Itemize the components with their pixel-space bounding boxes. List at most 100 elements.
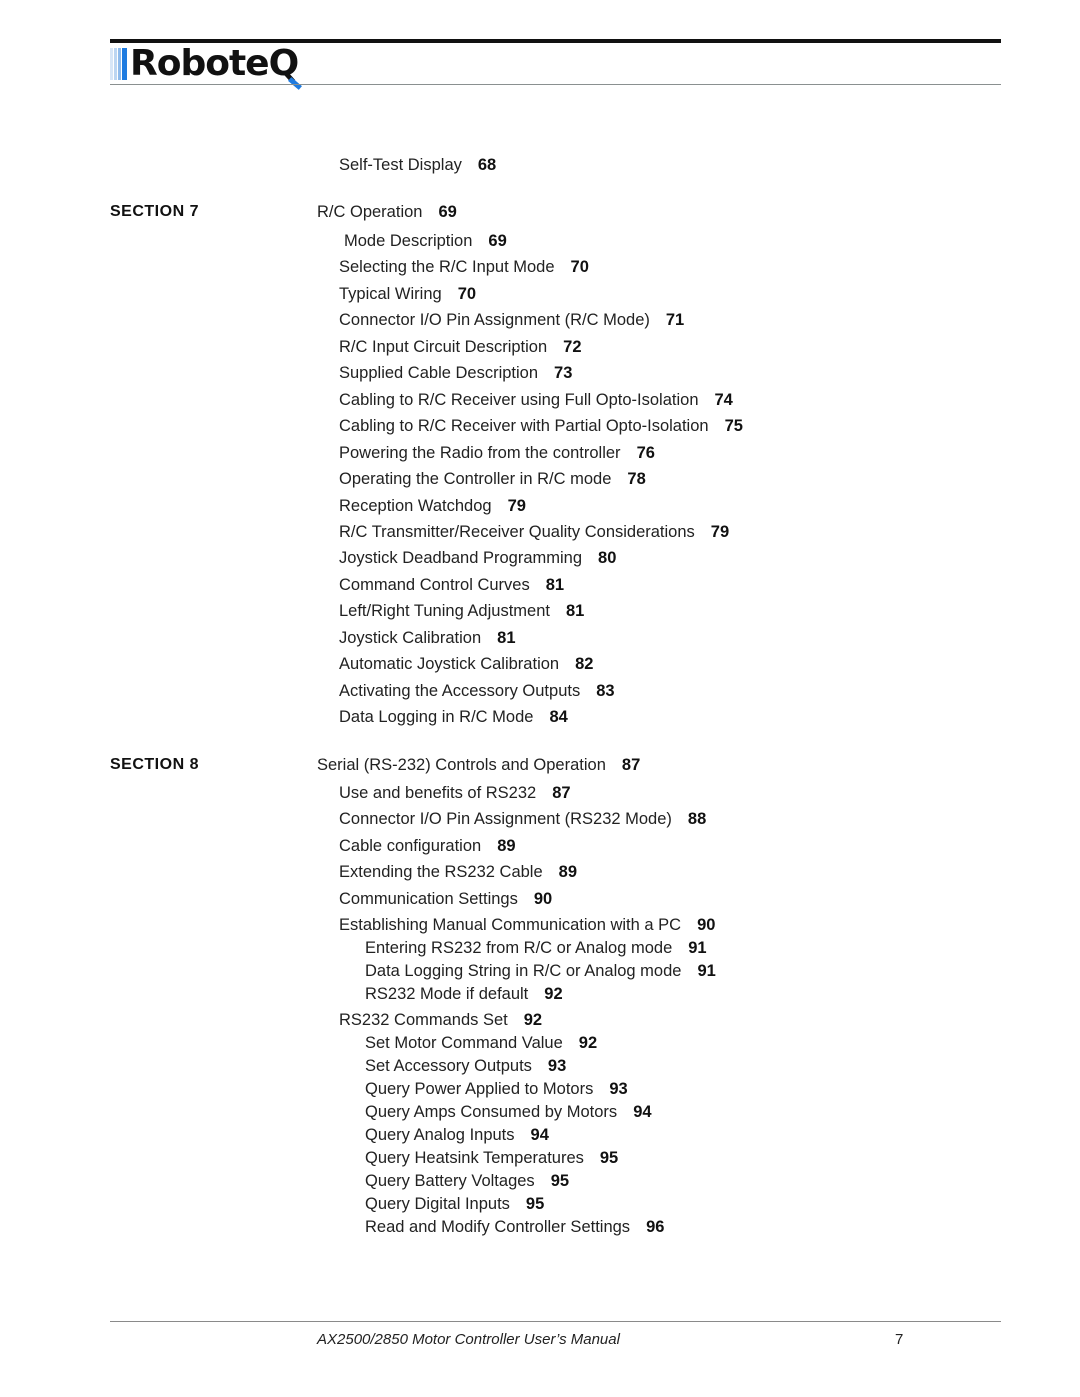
toc-entry[interactable]: RS232 Commands Set 92 [339, 1010, 542, 1030]
toc-entry-title: Activating the Accessory Outputs [339, 682, 581, 700]
toc-entry-page: 94 [530, 1126, 549, 1144]
toc-entry-page: 95 [599, 1149, 619, 1167]
toc-entry-page: 91 [688, 939, 707, 957]
toc-entry-page: 81 [497, 629, 516, 647]
toc-entry-page: 68 [477, 156, 497, 174]
toc-entry[interactable]: Query Analog Inputs 94 [365, 1125, 549, 1145]
toc-entry-title: Extending the RS232 Cable [339, 863, 543, 881]
toc-entry-page: 93 [609, 1080, 628, 1098]
toc-entry[interactable]: Cabling to R/C Receiver using Full Opto-… [339, 390, 733, 410]
toc-entry[interactable]: Extending the RS232 Cable 89 [339, 862, 577, 882]
toc-entry-title: Query Amps Consumed by Motors [365, 1103, 618, 1121]
toc-entry-page: 74 [714, 391, 733, 409]
toc-entry[interactable]: Data Logging String in R/C or Analog mod… [365, 961, 716, 981]
section-label: SECTION 7 [110, 203, 199, 220]
toc-entry[interactable]: Selecting the R/C Input Mode 70 [339, 257, 589, 277]
toc-entry-title: Connector I/O Pin Assignment (RS232 Mode… [339, 810, 672, 828]
toc-entry[interactable]: Communication Settings 90 [339, 889, 552, 909]
toc-entry[interactable]: Query Amps Consumed by Motors 94 [365, 1102, 652, 1122]
footer-rule [110, 1321, 1001, 1322]
toc-entry[interactable]: Command Control Curves 81 [339, 575, 564, 595]
toc-entry-page: 94 [633, 1103, 652, 1121]
toc-entry[interactable]: Reception Watchdog 79 [339, 496, 526, 516]
toc-entry[interactable]: Query Digital Inputs 95 [365, 1194, 544, 1214]
toc-entry[interactable]: Connector I/O Pin Assignment (RS232 Mode… [339, 809, 706, 829]
toc-entry[interactable]: Set Motor Command Value 92 [365, 1033, 597, 1053]
toc-entry[interactable]: Self-Test Display 68 [339, 155, 496, 175]
toc-entry-page: 69 [438, 203, 457, 221]
logo-bars-icon [110, 48, 128, 80]
toc-entry[interactable]: Set Accessory Outputs 93 [365, 1056, 566, 1076]
toc-entry[interactable]: Establishing Manual Communication with a… [339, 915, 715, 935]
toc-entry-title: R/C Transmitter/Receiver Quality Conside… [339, 523, 695, 541]
toc-entry-title: Typical Wiring [339, 285, 442, 303]
toc-entry-title: Operating the Controller in R/C mode [339, 470, 612, 488]
toc-entry-title: Set Accessory Outputs [365, 1057, 532, 1075]
toc-entry-page: 78 [627, 470, 646, 488]
toc-entry-title: Query Digital Inputs [365, 1195, 510, 1213]
toc-entry-title: Use and benefits of RS232 [339, 784, 537, 802]
toc-entry-title: Communication Settings [339, 890, 518, 908]
toc-entry-page: 95 [525, 1195, 545, 1213]
toc-entry-page: 90 [697, 916, 716, 934]
toc-entry[interactable]: Joystick Deadband Programming 80 [339, 548, 616, 568]
toc-entry-page: 75 [724, 417, 743, 435]
toc-entry-page: 81 [545, 576, 565, 594]
logo-wordmark: RoboteQ [130, 43, 299, 84]
toc-entry-page: 79 [710, 523, 730, 541]
toc-entry-page: 83 [596, 682, 615, 700]
toc-entry-title: R/C Operation [317, 203, 423, 221]
toc-entry-title: Read and Modify Controller Settings [365, 1218, 631, 1236]
toc-entry[interactable]: Connector I/O Pin Assignment (R/C Mode) 7… [339, 310, 684, 330]
toc-entry-page: 92 [544, 985, 563, 1003]
toc-entry-page: 87 [621, 756, 641, 774]
toc-entry-title: Cable configuration [339, 837, 482, 855]
toc-entry-page: 88 [687, 810, 707, 828]
toc-entry-page: 70 [570, 258, 589, 276]
toc-entry[interactable]: Left/Right Tuning Adjustment 81 [339, 601, 584, 621]
toc-entry-title: RS232 Commands Set [339, 1011, 508, 1029]
toc-entry-page: 93 [547, 1057, 567, 1075]
section-label: SECTION 8 [110, 756, 199, 773]
toc-entry[interactable]: Use and benefits of RS232 87 [339, 783, 571, 803]
toc-entry-page: 80 [598, 549, 617, 567]
toc-entry[interactable]: Serial (RS-232) Controls and Operation 87 [317, 755, 640, 775]
toc-entry-page: 71 [665, 311, 685, 329]
toc-entry[interactable]: Cable configuration 89 [339, 836, 516, 856]
toc-entry[interactable]: Activating the Accessory Outputs 83 [339, 681, 615, 701]
toc-entry[interactable]: R/C Transmitter/Receiver Quality Conside… [339, 522, 729, 542]
toc-entry-page: 69 [488, 232, 507, 250]
toc-entry-title: Data Logging in R/C Mode [339, 708, 534, 726]
toc-entry[interactable]: Mode Description 69 [344, 231, 507, 251]
toc-entry-title: Query Analog Inputs [365, 1126, 515, 1144]
toc-entry[interactable]: Read and Modify Controller Settings 96 [365, 1217, 664, 1237]
toc-entry[interactable]: Query Heatsink Temperatures 95 [365, 1148, 618, 1168]
toc-entry[interactable]: Typical Wiring 70 [339, 284, 476, 304]
toc-entry[interactable]: RS232 Mode if default 92 [365, 984, 563, 1004]
toc-entry[interactable]: Entering RS232 from R/C or Analog mode 91 [365, 938, 707, 958]
toc-entry[interactable]: Joystick Calibration 81 [339, 628, 516, 648]
toc-entry-page: 82 [575, 655, 594, 673]
toc-entry-title: Cabling to R/C Receiver using Full Opto-… [339, 391, 699, 409]
toc-entry[interactable]: Supplied Cable Description 73 [339, 363, 572, 383]
toc-entry-title: Query Battery Voltages [365, 1172, 535, 1190]
toc-entry[interactable]: Operating the Controller in R/C mode 78 [339, 469, 646, 489]
logo-text: RoboteQ [130, 43, 303, 90]
toc-entry[interactable]: R/C Input Circuit Description 72 [339, 337, 582, 357]
toc-entry[interactable]: Automatic Joystick Calibration 82 [339, 654, 593, 674]
toc-entry-page: 90 [533, 890, 553, 908]
toc-entry[interactable]: R/C Operation 69 [317, 202, 457, 222]
toc-entry[interactable]: Query Battery Voltages 95 [365, 1171, 569, 1191]
toc-entry[interactable]: Cabling to R/C Receiver with Partial Opt… [339, 416, 743, 436]
toc-entry-page: 92 [578, 1034, 598, 1052]
toc-entry-title: Self-Test Display [339, 156, 462, 174]
toc-entry-page: 72 [563, 338, 582, 356]
toc-entry-page: 73 [554, 364, 573, 382]
toc-entry[interactable]: Data Logging in R/C Mode 84 [339, 707, 568, 727]
toc-entry[interactable]: Powering the Radio from the controller 76 [339, 443, 655, 463]
toc-entry[interactable]: Query Power Applied to Motors 93 [365, 1079, 628, 1099]
header-rule [110, 84, 1001, 85]
toc-entry-title: Powering the Radio from the controller [339, 444, 621, 462]
toc-entry-page: 89 [558, 863, 577, 881]
toc-entry-title: Joystick Calibration [339, 629, 482, 647]
